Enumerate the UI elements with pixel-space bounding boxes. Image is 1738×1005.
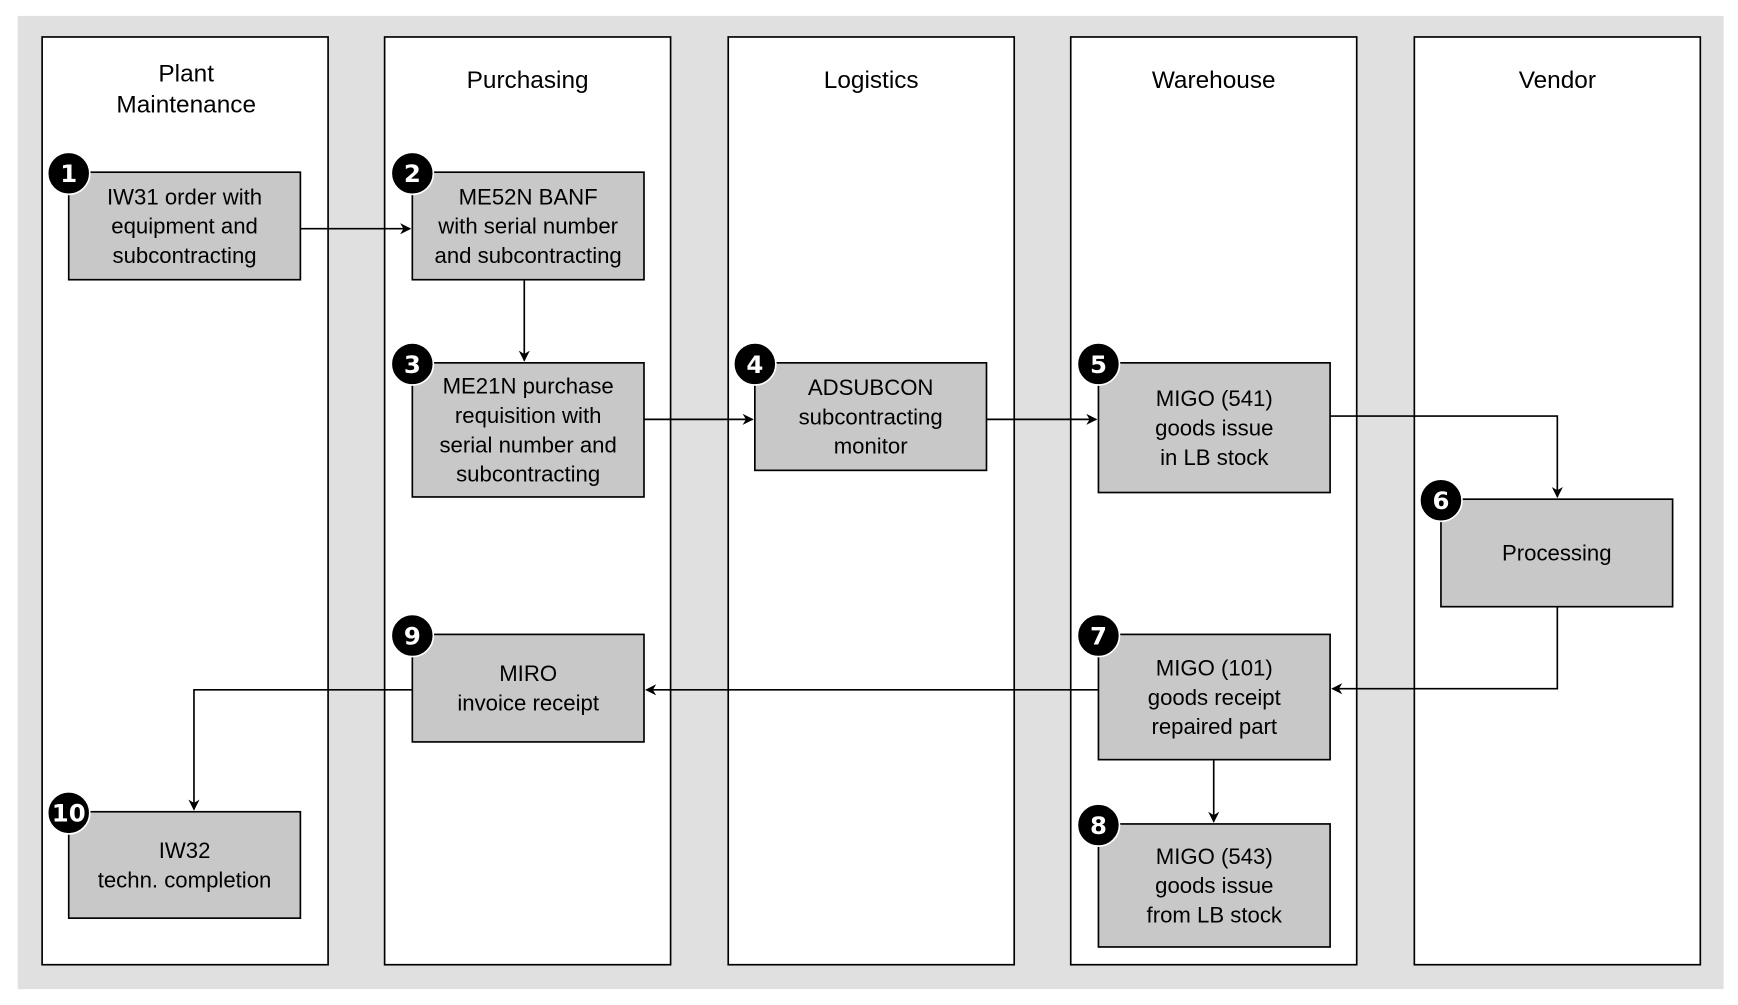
step-label: Processing bbox=[1502, 541, 1612, 566]
step-9: MIRO invoice receipt 9 bbox=[390, 613, 645, 743]
step-number: 4 bbox=[746, 350, 763, 379]
step-label: from LB stock bbox=[1147, 903, 1283, 928]
step-6: Processing 6 bbox=[1419, 478, 1674, 608]
step-label: repaired part bbox=[1151, 714, 1277, 739]
swimlane-frame bbox=[727, 36, 1016, 966]
step-number: 1 bbox=[60, 159, 77, 188]
step-label: techn. completion bbox=[98, 867, 272, 892]
step-label: ADSUBCON bbox=[808, 375, 934, 400]
step-number: 5 bbox=[1090, 350, 1107, 379]
step-label: requisition with bbox=[455, 403, 602, 428]
step-1: IW31 order with equipment and subcontracti… bbox=[46, 151, 302, 281]
step-label: IW32 bbox=[159, 838, 211, 863]
step-label: MIGO (101) bbox=[1156, 655, 1273, 680]
step-label: goods receipt bbox=[1148, 685, 1281, 710]
step-8: MIGO (543) goods issue from LB stock 8 bbox=[1076, 803, 1331, 948]
process-diagram: Plant Maintenance Purchasing Logistics Wareh… bbox=[17, 15, 1724, 990]
step-number: 9 bbox=[404, 621, 421, 650]
swimlane-title: Vendor bbox=[1519, 67, 1596, 94]
step-label: with serial number bbox=[437, 214, 618, 239]
step-box bbox=[411, 633, 645, 743]
step-label: ME21N purchase bbox=[443, 374, 614, 399]
step-label: monitor bbox=[834, 434, 909, 459]
swimlane-title: Maintenance bbox=[116, 91, 256, 118]
step-label: subcontracting bbox=[456, 462, 600, 487]
step-5: MIGO (541) goods issue in LB stock 5 bbox=[1076, 342, 1331, 494]
step-label: IW31 order with bbox=[107, 184, 262, 209]
step-box bbox=[67, 810, 302, 919]
step-number: 8 bbox=[1090, 811, 1107, 840]
swimlane: Logistics bbox=[727, 36, 1016, 966]
step-label: goods issue bbox=[1155, 873, 1273, 898]
step-label: and subcontracting bbox=[435, 243, 622, 268]
step-number: 2 bbox=[404, 159, 421, 188]
step-7: MIGO (101) goods receipt repaired part 7 bbox=[1076, 613, 1331, 761]
step-2: ME52N BANF with serial number and subcontr… bbox=[390, 151, 645, 281]
step-label: MIGO (543) bbox=[1156, 844, 1273, 869]
step-number: 3 bbox=[404, 350, 421, 379]
step-label: goods issue bbox=[1155, 415, 1273, 440]
step-label: subcontracting bbox=[112, 243, 256, 268]
step-number: 7 bbox=[1090, 621, 1107, 650]
swimlane-title: Purchasing bbox=[467, 67, 589, 94]
swimlane-title: Logistics bbox=[824, 67, 919, 94]
step-label: in LB stock bbox=[1160, 445, 1269, 470]
step-label: invoice receipt bbox=[457, 691, 599, 716]
step-label: ME52N BANF bbox=[459, 184, 598, 209]
swimlane-title: Plant bbox=[158, 60, 214, 87]
step-label: MIRO bbox=[499, 661, 557, 686]
step-label: serial number and bbox=[439, 432, 616, 457]
step-label: equipment and bbox=[111, 214, 258, 239]
step-3: ME21N purchase requisition with serial num… bbox=[390, 342, 645, 498]
step-label: MIGO (541) bbox=[1156, 386, 1273, 411]
step-label: subcontracting bbox=[799, 404, 943, 429]
step-number: 6 bbox=[1432, 486, 1449, 515]
step-number: 10 bbox=[52, 799, 86, 828]
swimlane-title: Warehouse bbox=[1152, 67, 1276, 94]
step-4: ADSUBCON subcontracting monitor 4 bbox=[732, 342, 988, 472]
